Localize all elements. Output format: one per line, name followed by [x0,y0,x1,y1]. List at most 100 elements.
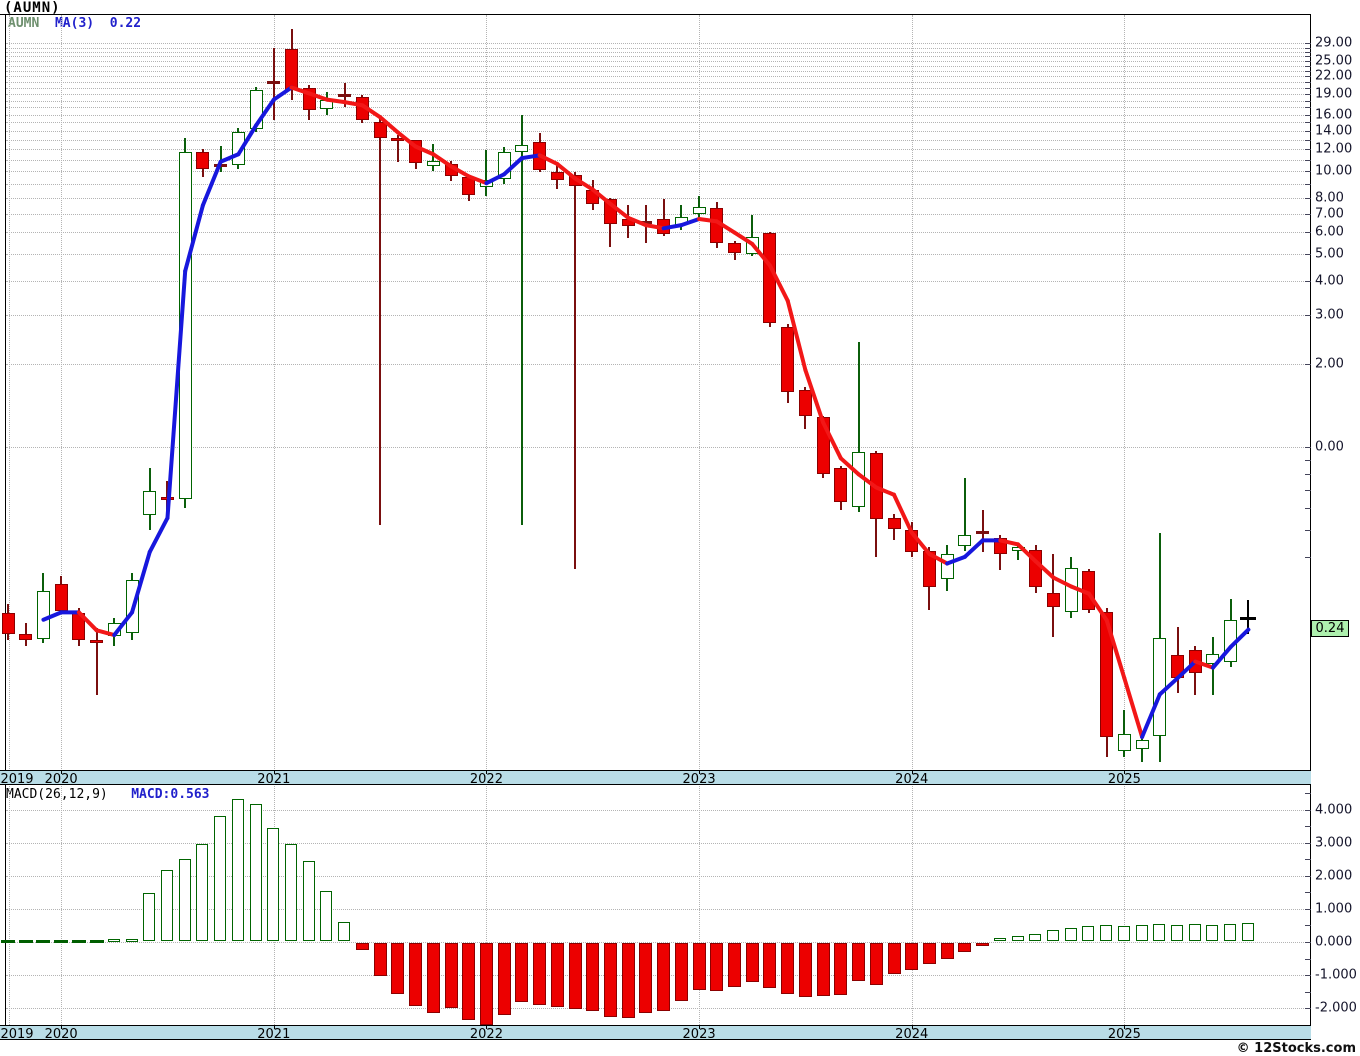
macd-bar-positive [993,938,1006,942]
macd-bar-positive [160,869,173,941]
year-label: 2020 [44,1027,78,1042]
macd-axis-tick [1305,875,1311,877]
macd-bar-negative [728,943,742,988]
macd-bar-positive [338,922,351,941]
macd-bar-positive [1171,925,1184,941]
macd-bar-negative [710,943,724,991]
macd-tick-label: -1.000 [1315,967,1357,983]
macd-axis-tick [1305,958,1311,960]
macd-bar-positive [1100,925,1113,941]
macd-axis-tick [1305,991,1311,993]
macd-bar-negative [603,943,617,1017]
macd-axis-tick [1305,908,1311,910]
macd-bar-negative [409,943,423,1007]
price-tick-label: 6.00 [1315,224,1344,240]
price-tick-label: 16.00 [1315,107,1353,123]
price-axis-tick [1305,61,1311,63]
price-tick-label: 7.00 [1315,206,1344,222]
price-axis-tick [1305,447,1311,448]
price-axis-tick [1305,87,1311,89]
price-tick-label: 14.00 [1315,123,1353,139]
macd-bar-positive [1011,935,1024,941]
year-label: 2021 [257,1027,291,1042]
price-axis-tick [1305,530,1311,532]
price-axis-tick [1305,47,1311,49]
price-tick-label: 5.00 [1315,246,1344,262]
price-tick-label: 22.00 [1315,68,1353,84]
macd-bar-positive [1117,925,1130,941]
macd-bar-positive [1188,924,1201,941]
price-tick-label: 0.00 [1315,439,1344,455]
price-axis-tick [1305,280,1311,282]
price-axis-tick [1305,139,1311,141]
macd-tick-label: 1.000 [1315,901,1353,917]
macd-bar-flat [1,940,15,943]
macd-bar-positive [1064,927,1077,941]
macd-axis-tick [1305,942,1311,943]
year-gridline [1124,786,1126,1025]
price-tick-label: 3.00 [1315,307,1344,323]
macd-plot-area[interactable] [0,0,1360,1056]
year-tick [699,1025,701,1029]
macd-gridline [6,809,1310,811]
macd-bar-negative [745,943,759,983]
macd-bar-negative [391,943,405,994]
macd-bar-negative [444,943,458,1008]
macd-axis-tick [1305,892,1311,894]
macd-bar-negative [958,943,972,952]
macd-bar-negative [922,943,936,965]
macd-bar-positive [1224,924,1237,941]
year-label: 2024 [895,1027,929,1042]
macd-bar-positive [1135,925,1148,941]
price-axis-tick [1305,130,1311,132]
macd-bar-negative [887,943,901,975]
year-gridline [911,786,913,1025]
price-axis-tick [1305,232,1311,234]
macd-tick-label: 2.000 [1315,868,1353,884]
macd-bar-positive [302,860,315,941]
watermark: © 12Stocks.com [1236,1041,1356,1056]
macd-axis-tick [1305,859,1311,861]
macd-axis-tick [1305,809,1311,811]
macd-bar-positive [125,939,138,943]
macd-bar-negative [798,943,812,997]
macd-bar-positive [1046,930,1059,941]
macd-axis-tick [1305,842,1311,844]
price-axis-tick [1305,107,1311,109]
macd-bar-negative [692,943,706,990]
macd-bar-positive [320,890,333,941]
macd-bar-positive [267,828,280,941]
price-axis-tick [1305,114,1311,116]
macd-bar-negative [657,943,671,1012]
price-axis-tick [1305,489,1311,491]
price-axis-tick [1305,254,1311,256]
price-tick-label: 10.00 [1315,163,1353,179]
macd-bar-negative [834,943,848,995]
price-axis-tick [1305,122,1311,124]
year-tick [486,1025,488,1029]
macd-tick-label: 3.000 [1315,835,1353,851]
macd-bar-positive [231,799,244,941]
macd-bar-negative [869,943,883,985]
macd-tick-label: -2.000 [1315,1000,1357,1016]
macd-bar-positive [214,816,227,941]
price-axis-tick [1305,66,1311,68]
macd-bar-negative [763,943,777,989]
macd-bar-negative [621,943,635,1019]
macd-bar-negative [940,943,954,960]
macd-bar-positive [107,939,120,943]
macd-bar-positive [1153,924,1166,941]
year-label: 2019 [0,1027,34,1042]
macd-bar-positive [196,844,209,941]
price-axis-tick [1305,82,1311,84]
macd-bar-negative [497,943,511,1016]
x-axis-band-bottom: 2019 2020 2021 2022 2023 2024 2025 [0,1025,1311,1042]
macd-bar-negative [373,943,387,977]
macd-bar-flat [89,940,104,943]
price-tick-label: 4.00 [1315,273,1344,289]
price-axis-tick [1305,473,1311,475]
price-axis-tick [1305,71,1311,73]
macd-bar-flat [54,940,69,943]
price-axis-tick [1305,94,1311,96]
price-axis-tick [1305,197,1311,199]
